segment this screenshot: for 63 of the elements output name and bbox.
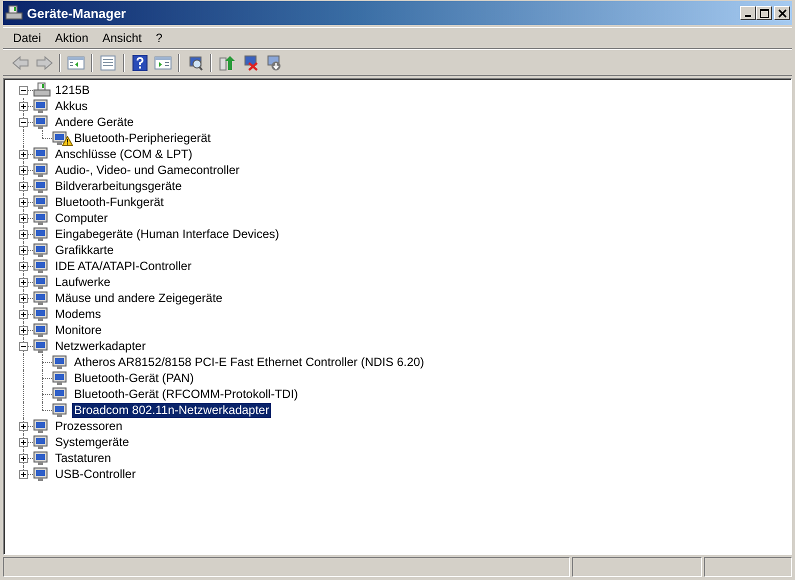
expand-toggle[interactable]	[19, 422, 28, 431]
maximize-button[interactable]	[756, 6, 772, 20]
expand-toggle[interactable]	[19, 454, 28, 463]
tree-item[interactable]: Akkus	[53, 98, 90, 114]
tree-item[interactable]: Atheros AR8152/8158 PCI-E Fast Ethernet Controller (NDIS 6.20)	[72, 354, 426, 370]
app-icon	[5, 5, 23, 21]
expand-toggle[interactable]	[19, 246, 28, 255]
menu-item[interactable]: Ansicht	[95, 31, 149, 45]
tree-item[interactable]: Eingabegeräte (Human Interface Devices)	[53, 226, 282, 242]
tree-item[interactable]: Laufwerke	[53, 274, 112, 290]
panel-icon[interactable]	[154, 54, 172, 70]
tree-item[interactable]: Bluetooth-Peripheriegerät	[72, 130, 213, 146]
expand-toggle[interactable]	[19, 294, 28, 303]
tree-item[interactable]: Monitore	[53, 322, 104, 338]
expand-toggle[interactable]	[19, 150, 28, 159]
tree-item[interactable]: 1215B	[53, 82, 92, 98]
help-icon[interactable]	[131, 54, 149, 70]
tree-item[interactable]: Audio-, Video- und Gamecontroller	[53, 162, 242, 178]
tree-item[interactable]: Broadcom 802.11n-Netzwerkadapter	[72, 402, 272, 418]
minimize-icon	[745, 15, 751, 17]
expand-toggle[interactable]	[19, 102, 28, 111]
tree-item[interactable]: Mäuse und andere Zeigegeräte	[53, 290, 224, 306]
expand-toggle[interactable]	[19, 198, 28, 207]
expand-toggle[interactable]	[19, 310, 28, 319]
tree-item[interactable]: Grafikkarte	[53, 242, 116, 258]
tree-item[interactable]: Bluetooth-Gerät (PAN)	[72, 370, 196, 386]
menu-item[interactable]: Aktion	[48, 31, 96, 45]
expand-toggle[interactable]	[19, 438, 28, 447]
tree-item[interactable]: Tastaturen	[53, 450, 114, 466]
expand-toggle[interactable]	[19, 166, 28, 175]
tree-item[interactable]: Netzwerkadapter	[53, 338, 148, 354]
tree-item[interactable]: Modems	[53, 306, 104, 322]
tree-item[interactable]: Bluetooth-Gerät (RFCOMM-Protokoll-TDI)	[72, 386, 300, 402]
tree-item[interactable]: Andere Geräte	[53, 114, 136, 130]
update-driver-icon[interactable]	[218, 54, 236, 70]
expand-toggle[interactable]	[19, 86, 28, 95]
menu-item[interactable]: ?	[148, 31, 170, 45]
expand-toggle[interactable]	[19, 326, 28, 335]
expand-toggle[interactable]	[19, 182, 28, 191]
tree-item[interactable]: Anschlüsse (COM & LPT)	[53, 146, 194, 162]
menu-item[interactable]: Datei	[6, 31, 48, 45]
close-icon	[778, 8, 786, 18]
tree-item[interactable]: USB-Controller	[53, 466, 138, 482]
tree-item[interactable]: IDE ATA/ATAPI-Controller	[53, 258, 194, 274]
tree-item[interactable]: Computer	[53, 210, 110, 226]
properties-icon[interactable]	[99, 54, 117, 70]
minimize-button[interactable]	[740, 6, 756, 20]
panel-icon[interactable]	[67, 54, 85, 70]
window-title: Geräte-Manager	[27, 6, 127, 20]
tree-item[interactable]: Bluetooth-Funkgerät	[53, 194, 166, 210]
tree-item[interactable]: Systemgeräte	[53, 434, 132, 450]
close-button[interactable]	[774, 6, 790, 20]
maximize-icon	[760, 8, 768, 18]
tree-item[interactable]: Prozessoren	[53, 418, 124, 434]
expand-toggle[interactable]	[19, 262, 28, 271]
expand-toggle[interactable]	[19, 278, 28, 287]
expand-toggle[interactable]	[19, 118, 28, 127]
tree-item[interactable]: Bildverarbeitungsgeräte	[53, 178, 184, 194]
expand-toggle[interactable]	[19, 230, 28, 239]
computer-icon	[33, 82, 51, 98]
expand-toggle[interactable]	[19, 342, 28, 351]
expand-toggle[interactable]	[19, 214, 28, 223]
expand-toggle[interactable]	[19, 470, 28, 479]
